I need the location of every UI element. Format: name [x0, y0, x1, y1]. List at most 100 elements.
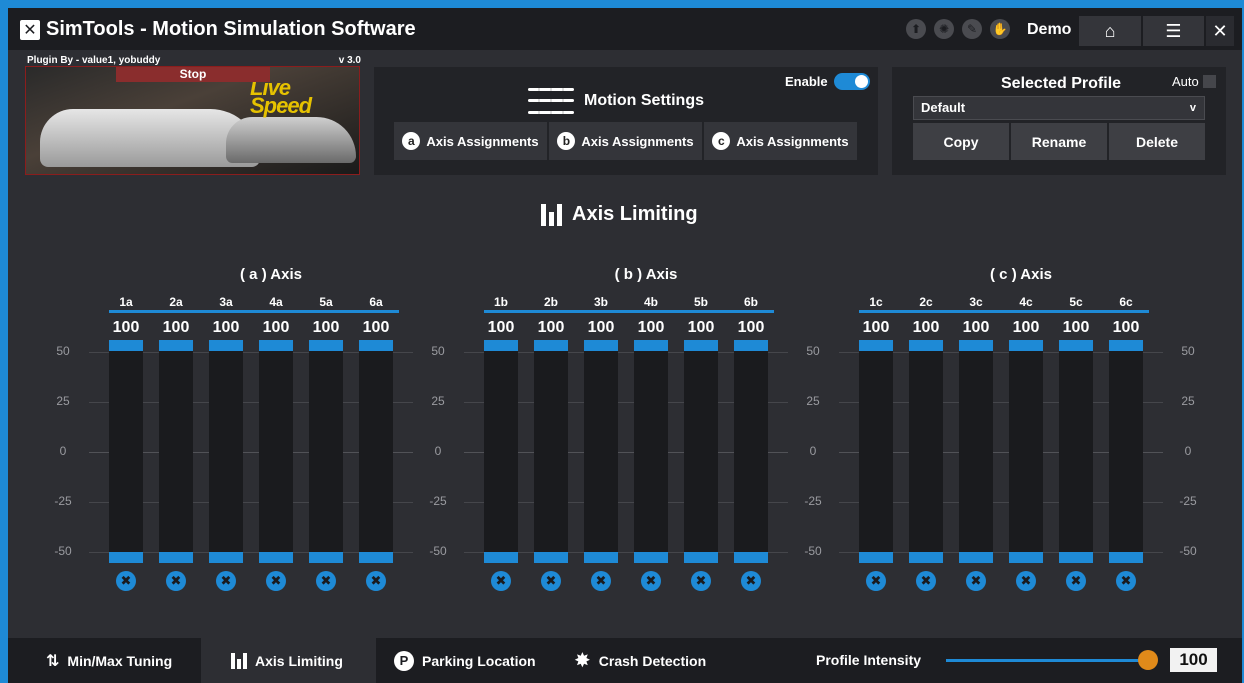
axis-range-slider[interactable]	[159, 340, 193, 563]
hand-icon[interactable]: ✋	[990, 19, 1010, 39]
axis-range-slider[interactable]	[734, 340, 768, 563]
slider-max-handle[interactable]	[959, 340, 993, 351]
slider-max-handle[interactable]	[109, 340, 143, 351]
stop-button[interactable]: Stop	[116, 67, 270, 82]
slider-min-handle[interactable]	[959, 552, 993, 563]
reset-axis-button[interactable]: ✖	[591, 571, 611, 591]
reset-axis-button[interactable]: ✖	[691, 571, 711, 591]
slider-min-handle[interactable]	[259, 552, 293, 563]
slider-max-handle[interactable]	[484, 340, 518, 351]
reset-axis-button[interactable]: ✖	[166, 571, 186, 591]
axis-range-slider[interactable]	[259, 340, 293, 563]
slider-max-handle[interactable]	[734, 340, 768, 351]
reset-axis-button[interactable]: ✖	[216, 571, 236, 591]
home-button[interactable]: ⌂	[1079, 16, 1141, 46]
slider-min-handle[interactable]	[109, 552, 143, 563]
slider-min-handle[interactable]	[159, 552, 193, 563]
reset-axis-button[interactable]: ✖	[641, 571, 661, 591]
slider-max-handle[interactable]	[859, 340, 893, 351]
axis-range-slider[interactable]	[109, 340, 143, 563]
axis-assignments-c-button[interactable]: c Axis Assignments	[704, 122, 857, 160]
axis-assignments-a-button[interactable]: a Axis Assignments	[394, 122, 547, 160]
slider-min-handle[interactable]	[634, 552, 668, 563]
axis-range-slider[interactable]	[859, 340, 893, 563]
menu-button[interactable]: ☰	[1143, 16, 1204, 46]
slider-max-handle[interactable]	[259, 340, 293, 351]
intensity-value-input[interactable]: 100	[1170, 648, 1217, 672]
axis-range-slider[interactable]	[634, 340, 668, 563]
slider-min-handle[interactable]	[1059, 552, 1093, 563]
settings-burst-icon[interactable]: ✺	[934, 19, 954, 39]
slider-min-handle[interactable]	[584, 552, 618, 563]
axis-range-slider[interactable]	[1009, 340, 1043, 563]
reset-axis-button[interactable]: ✖	[1066, 571, 1086, 591]
slider-min-handle[interactable]	[209, 552, 243, 563]
reset-axis-button[interactable]: ✖	[866, 571, 886, 591]
slider-max-handle[interactable]	[209, 340, 243, 351]
axis-column-value: 100	[537, 319, 565, 336]
slider-min-handle[interactable]	[359, 552, 393, 563]
reset-axis-button[interactable]: ✖	[741, 571, 761, 591]
axis-range-slider[interactable]	[359, 340, 393, 563]
slider-min-handle[interactable]	[534, 552, 568, 563]
reset-axis-button[interactable]: ✖	[916, 571, 936, 591]
reset-axis-button[interactable]: ✖	[316, 571, 336, 591]
slider-min-handle[interactable]	[734, 552, 768, 563]
axis-range-slider[interactable]	[684, 340, 718, 563]
slider-min-handle[interactable]	[859, 552, 893, 563]
title-icon-group: ⬆ ✺ ✎ ✋	[906, 19, 1010, 39]
axis-range-slider[interactable]	[534, 340, 568, 563]
reset-axis-button[interactable]: ✖	[366, 571, 386, 591]
upload-icon[interactable]: ⬆	[906, 19, 926, 39]
intensity-slider-handle[interactable]	[1138, 650, 1158, 670]
slider-max-handle[interactable]	[159, 340, 193, 351]
slider-max-handle[interactable]	[584, 340, 618, 351]
rename-button[interactable]: Rename	[1011, 123, 1107, 160]
reset-axis-button[interactable]: ✖	[1116, 571, 1136, 591]
reset-axis-button[interactable]: ✖	[266, 571, 286, 591]
enable-toggle[interactable]	[833, 73, 870, 90]
reset-axis-button[interactable]: ✖	[116, 571, 136, 591]
slider-max-handle[interactable]	[1009, 340, 1043, 351]
reset-axis-button[interactable]: ✖	[966, 571, 986, 591]
axis-range-slider[interactable]	[309, 340, 343, 563]
slider-min-handle[interactable]	[1109, 552, 1143, 563]
tab-parking-location[interactable]: P Parking Location	[394, 638, 536, 683]
axis-range-slider[interactable]	[1059, 340, 1093, 563]
slider-max-handle[interactable]	[534, 340, 568, 351]
axis-assignments-b-button[interactable]: b Axis Assignments	[549, 122, 702, 160]
copy-button[interactable]: Copy	[913, 123, 1009, 160]
delete-button[interactable]: Delete	[1109, 123, 1205, 160]
axis-column-label: 5c	[1069, 295, 1083, 309]
reset-axis-button[interactable]: ✖	[1016, 571, 1036, 591]
axis-range-slider[interactable]	[959, 340, 993, 563]
axis-range-slider[interactable]	[584, 340, 618, 563]
tab-crash-detection[interactable]: ✸ Crash Detection	[574, 638, 706, 683]
reset-axis-button[interactable]: ✖	[491, 571, 511, 591]
slider-max-handle[interactable]	[309, 340, 343, 351]
slider-min-handle[interactable]	[484, 552, 518, 563]
axis-column-value: 100	[312, 319, 340, 336]
reset-axis-button[interactable]: ✖	[541, 571, 561, 591]
close-button[interactable]: ✕	[1206, 16, 1234, 46]
slider-min-handle[interactable]	[309, 552, 343, 563]
axis-range-slider[interactable]	[484, 340, 518, 563]
auto-checkbox[interactable]	[1202, 75, 1216, 88]
slider-max-handle[interactable]	[1109, 340, 1143, 351]
axis-range-slider[interactable]	[1109, 340, 1143, 563]
slider-max-handle[interactable]	[634, 340, 668, 351]
slider-min-handle[interactable]	[684, 552, 718, 563]
tab-axis-limiting[interactable]: Axis Limiting	[201, 638, 376, 683]
pen-icon[interactable]: ✎	[962, 19, 982, 39]
tab-min-max-tuning[interactable]: ⇅ Min/Max Tuning	[46, 638, 172, 683]
axis-range-slider[interactable]	[909, 340, 943, 563]
profile-dropdown[interactable]: Default v	[913, 96, 1205, 120]
slider-min-handle[interactable]	[909, 552, 943, 563]
axis-range-slider[interactable]	[209, 340, 243, 563]
intensity-slider-track[interactable]	[946, 659, 1150, 662]
slider-min-handle[interactable]	[1009, 552, 1043, 563]
slider-max-handle[interactable]	[359, 340, 393, 351]
slider-max-handle[interactable]	[909, 340, 943, 351]
slider-max-handle[interactable]	[684, 340, 718, 351]
slider-max-handle[interactable]	[1059, 340, 1093, 351]
